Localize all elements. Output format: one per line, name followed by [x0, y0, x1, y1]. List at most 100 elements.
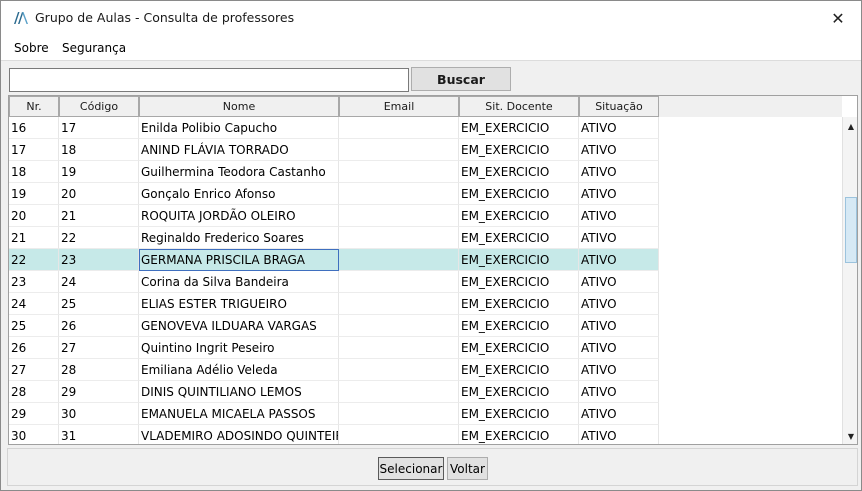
cell-situacao: ATIVO: [579, 271, 659, 293]
cell-sit-docente: EM_EXERCICIO: [459, 139, 579, 161]
cell-email: [339, 117, 459, 139]
cell-email: [339, 205, 459, 227]
cell-sit-docente: EM_EXERCICIO: [459, 271, 579, 293]
cell-sit-docente: EM_EXERCICIO: [459, 161, 579, 183]
table-body: 16 17 Enilda Polibio Capucho EM_EXERCICIO AT…: [9, 117, 842, 444]
column-header-codigo[interactable]: Código: [59, 96, 139, 117]
cell-nome: DINIS QUINTILIANO LEMOS: [139, 381, 339, 403]
cell-nome: Emiliana Adélio Veleda: [139, 359, 339, 381]
select-button[interactable]: Selecionar: [378, 457, 444, 480]
cell-situacao: ATIVO: [579, 403, 659, 425]
cell-sit-docente: EM_EXERCICIO: [459, 183, 579, 205]
cell-sit-docente: EM_EXERCICIO: [459, 117, 579, 139]
table-row[interactable]: 25 26 GENOVEVA ILDUARA VARGAS EM_EXERCICIO A…: [9, 315, 659, 337]
cell-nr: 18: [9, 161, 59, 183]
cell-sit-docente: EM_EXERCICIO: [459, 227, 579, 249]
column-header-email[interactable]: Email: [339, 96, 459, 117]
cell-situacao: ATIVO: [579, 117, 659, 139]
search-input[interactable]: [9, 68, 409, 92]
scroll-thumb[interactable]: [845, 197, 857, 263]
cell-situacao: ATIVO: [579, 183, 659, 205]
vertical-scrollbar[interactable]: ▲ ▼: [842, 117, 857, 444]
cell-email: [339, 337, 459, 359]
cell-nome: Enilda Polibio Capucho: [139, 117, 339, 139]
cell-situacao: ATIVO: [579, 337, 659, 359]
table-row[interactable]: 19 20 Gonçalo Enrico Afonso EM_EXERCICIO ATI…: [9, 183, 659, 205]
cell-codigo: 23: [59, 249, 139, 271]
table-row[interactable]: 27 28 Emiliana Adélio Veleda EM_EXERCICIO AT…: [9, 359, 659, 381]
cell-email: [339, 293, 459, 315]
cell-nome: Reginaldo Frederico Soares: [139, 227, 339, 249]
cell-nome: Gonçalo Enrico Afonso: [139, 183, 339, 205]
column-header-nr[interactable]: Nr.: [9, 96, 59, 117]
cell-situacao: ATIVO: [579, 381, 659, 403]
column-header-sit-docente[interactable]: Sit. Docente: [459, 96, 579, 117]
column-header-nome[interactable]: Nome: [139, 96, 339, 117]
title-bar: Grupo de Aulas - Consulta de professores…: [1, 1, 861, 35]
cell-nr: 21: [9, 227, 59, 249]
menu-bar: Sobre Segurança: [1, 35, 861, 61]
cell-email: [339, 139, 459, 161]
table-row[interactable]: 26 27 Quintino Ingrit Peseiro EM_EXERCICIO A…: [9, 337, 659, 359]
cell-situacao: ATIVO: [579, 205, 659, 227]
cell-codigo: 29: [59, 381, 139, 403]
cell-sit-docente: EM_EXERCICIO: [459, 359, 579, 381]
table-row[interactable]: 18 19 Guilhermina Teodora Castanho EM_EXERC…: [9, 161, 659, 183]
cell-email: [339, 403, 459, 425]
cell-nr: 17: [9, 139, 59, 161]
cell-nome: Guilhermina Teodora Castanho: [139, 161, 339, 183]
table-row[interactable]: 17 18 ANIND FLÁVIA TORRADO EM_EXERCICIO ATIV…: [9, 139, 659, 161]
cell-nome: Quintino Ingrit Peseiro: [139, 337, 339, 359]
cell-situacao: ATIVO: [579, 293, 659, 315]
cell-email: [339, 161, 459, 183]
cell-nome: GERMANA PRISCILA BRAGA: [139, 249, 339, 271]
cell-situacao: ATIVO: [579, 425, 659, 444]
column-header-situacao[interactable]: Situação: [579, 96, 659, 117]
menu-item-seguranca[interactable]: Segurança: [62, 41, 126, 55]
cell-nome: VLADEMIRO ADOSINDO QUINTEIRO: [139, 425, 339, 444]
table-row[interactable]: 28 29 DINIS QUINTILIANO LEMOS EM_EXERCICIO A…: [9, 381, 659, 403]
cell-sit-docente: EM_EXERCICIO: [459, 315, 579, 337]
menu-item-sobre[interactable]: Sobre: [14, 41, 49, 55]
close-button[interactable]: ✕: [815, 1, 861, 35]
table-row[interactable]: 21 22 Reginaldo Frederico Soares EM_EXERCIC…: [9, 227, 659, 249]
cell-codigo: 21: [59, 205, 139, 227]
table-row[interactable]: 16 17 Enilda Polibio Capucho EM_EXERCICIO AT…: [9, 117, 659, 139]
cell-nr: 30: [9, 425, 59, 444]
table-row[interactable]: 29 30 EMANUELA MICAELA PASSOS EM_EXERCICIO A…: [9, 403, 659, 425]
cell-codigo: 27: [59, 337, 139, 359]
table-row[interactable]: 30 31 VLADEMIRO ADOSINDO QUINTEIRO EM_EXERC…: [9, 425, 659, 444]
professors-table: Nr. Código Nome Email Sit. Docente Situa…: [8, 95, 858, 445]
cell-email: [339, 315, 459, 337]
scroll-up-icon[interactable]: ▲: [843, 118, 857, 134]
cell-sit-docente: EM_EXERCICIO: [459, 337, 579, 359]
cell-codigo: 22: [59, 227, 139, 249]
search-button[interactable]: Buscar: [411, 67, 511, 91]
cell-nome: ANIND FLÁVIA TORRADO: [139, 139, 339, 161]
table-row[interactable]: 23 24 Corina da Silva Bandeira EM_EXERCICIO…: [9, 271, 659, 293]
scroll-down-icon[interactable]: ▼: [843, 428, 857, 444]
cell-codigo: 31: [59, 425, 139, 444]
cell-nr: 27: [9, 359, 59, 381]
cell-nome: ELIAS ESTER TRIGUEIRO: [139, 293, 339, 315]
table-row[interactable]: 22 23 GERMANA PRISCILA BRAGA EM_EXERCICIO AT…: [9, 249, 659, 271]
window-title: Grupo de Aulas - Consulta de professores: [35, 10, 295, 25]
cell-codigo: 25: [59, 293, 139, 315]
table-row[interactable]: 24 25 ELIAS ESTER TRIGUEIRO EM_EXERCICIO ATI…: [9, 293, 659, 315]
cell-nr: 20: [9, 205, 59, 227]
cell-nome: ROQUITA JORDÃO OLEIRO: [139, 205, 339, 227]
cell-email: [339, 249, 459, 271]
cell-situacao: ATIVO: [579, 161, 659, 183]
cell-codigo: 18: [59, 139, 139, 161]
cell-nr: 26: [9, 337, 59, 359]
cell-nr: 24: [9, 293, 59, 315]
back-button[interactable]: Voltar: [447, 457, 488, 480]
cell-nr: 19: [9, 183, 59, 205]
table-row[interactable]: 20 21 ROQUITA JORDÃO OLEIRO EM_EXERCICIO ATI…: [9, 205, 659, 227]
cell-sit-docente: EM_EXERCICIO: [459, 425, 579, 444]
cell-email: [339, 425, 459, 444]
cell-email: [339, 271, 459, 293]
cell-email: [339, 381, 459, 403]
cell-situacao: ATIVO: [579, 249, 659, 271]
cell-situacao: ATIVO: [579, 359, 659, 381]
